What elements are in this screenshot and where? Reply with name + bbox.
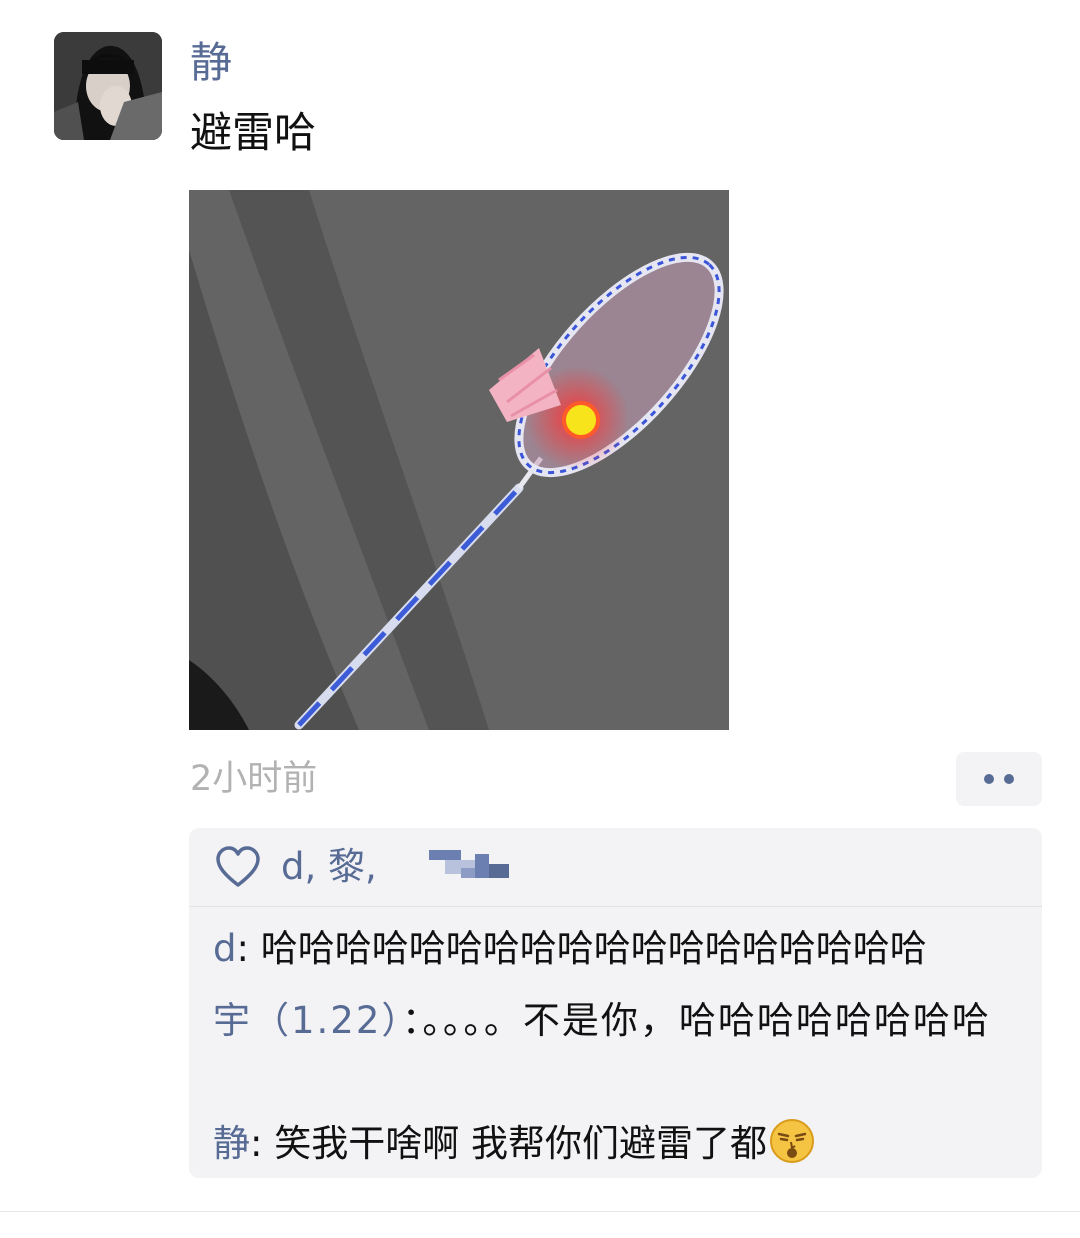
- moments-post: 静 避雷哈 2小时前 d, 黎, d: 哈哈哈哈哈哈哈哈哈哈哈哈哈哈哈哈哈哈 宇…: [0, 0, 1080, 1238]
- interaction-box: d, 黎, d: 哈哈哈哈哈哈哈哈哈哈哈哈哈哈哈哈哈哈 宇（1.22）：。。。。…: [189, 828, 1042, 1178]
- post-timestamp: 2小时前: [190, 759, 318, 799]
- divider: [189, 906, 1042, 907]
- likes-names[interactable]: d, 黎,: [281, 844, 377, 890]
- redacted-name: [429, 850, 509, 882]
- comment[interactable]: 宇（1.22）：。。。。不是你，哈哈哈哈哈哈哈哈: [213, 996, 1033, 1046]
- heart-icon: [216, 846, 260, 887]
- comment-text: 哈哈哈哈哈哈哈哈哈哈哈哈哈哈哈哈哈哈: [260, 927, 927, 970]
- comment-author[interactable]: 宇（1.22）: [213, 999, 402, 1042]
- post-text: 避雷哈: [190, 108, 317, 157]
- more-button[interactable]: [956, 752, 1042, 806]
- comment-separator: ：: [401, 999, 423, 1042]
- comment-author[interactable]: d: [213, 927, 237, 970]
- comment-author[interactable]: 静: [213, 1122, 250, 1165]
- likes-row: d, 黎,: [189, 828, 1042, 906]
- more-dots-icon: [984, 774, 994, 784]
- comment-separator: :: [250, 1122, 275, 1165]
- comment-text: 笑我干啥啊 我帮你们避雷了都: [274, 1122, 767, 1165]
- comment-separator: :: [236, 927, 261, 970]
- post-photo[interactable]: [189, 190, 729, 730]
- comment[interactable]: 静: 笑我干啥啊 我帮你们避雷了都: [213, 1118, 1033, 1169]
- comment-text: 。。。。不是你，哈哈哈哈哈哈哈哈: [422, 999, 991, 1042]
- avatar[interactable]: [54, 32, 162, 140]
- bottom-divider: [0, 1211, 1080, 1212]
- smirk-emoji-icon: [770, 1119, 814, 1163]
- comment[interactable]: d: 哈哈哈哈哈哈哈哈哈哈哈哈哈哈哈哈哈哈: [213, 924, 1033, 974]
- post-author[interactable]: 静: [190, 36, 232, 90]
